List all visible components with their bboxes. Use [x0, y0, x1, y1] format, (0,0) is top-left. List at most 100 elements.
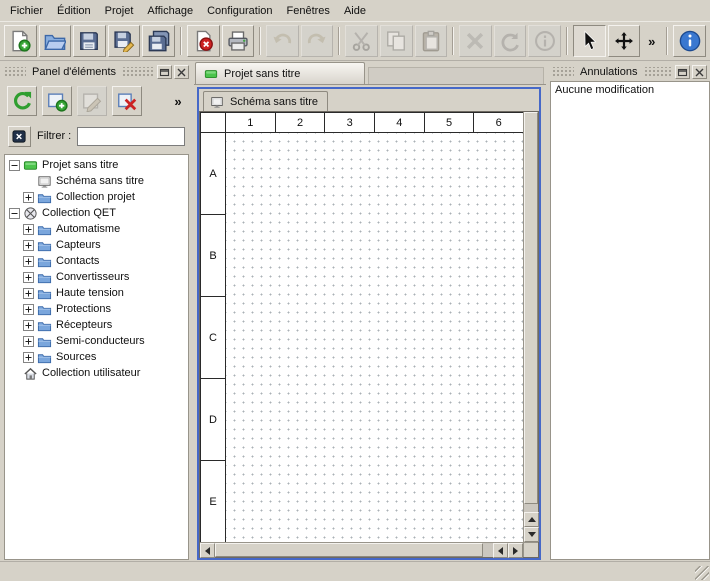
tab-projet-sans-titre[interactable]: Projet sans titre	[195, 62, 365, 84]
expand-toggle[interactable]	[23, 320, 34, 331]
expand-toggle[interactable]	[23, 224, 34, 235]
tree-item-automatisme[interactable]: Automatisme	[5, 221, 188, 237]
tree-item-semi-conducteurs[interactable]: Semi-conducteurs	[5, 333, 188, 349]
elements-overflow-button[interactable]: »	[170, 86, 186, 116]
toolbar-save-as-button[interactable]	[108, 25, 141, 57]
undo-panel-titlebar[interactable]: Annulations	[549, 61, 710, 80]
scrollbar-corner	[523, 542, 538, 557]
schema-canvas[interactable]	[226, 133, 523, 542]
tree-item-icon-wrap	[37, 190, 52, 205]
menu-item-configuration[interactable]: Configuration	[200, 1, 279, 21]
menu-item-affichage[interactable]: Affichage	[140, 1, 200, 21]
elements-delete-element-button[interactable]	[112, 86, 142, 116]
project-icon	[204, 67, 218, 81]
floppy-edit-icon	[113, 30, 135, 52]
scissors-icon	[351, 30, 373, 52]
toolbar-save-button[interactable]	[73, 25, 106, 57]
toolbar-select-mode-button[interactable]	[573, 25, 606, 57]
undo-panel-close-button[interactable]	[692, 65, 707, 79]
clear-filter-button[interactable]	[8, 126, 31, 147]
schema-view: 123456 ABCDE	[199, 111, 539, 558]
tree-item-collection-qet[interactable]: Collection QET	[5, 205, 188, 221]
tree-item-recepteurs[interactable]: Récepteurs	[5, 317, 188, 333]
menu-item-aide[interactable]: Aide	[337, 1, 373, 21]
undo-list[interactable]: Aucune modification	[550, 81, 710, 560]
expand-toggle[interactable]	[23, 304, 34, 315]
expand-toggle[interactable]	[23, 240, 34, 251]
toolbar-new-project-button[interactable]	[4, 25, 37, 57]
collapse-toggle[interactable]	[9, 160, 20, 171]
elements-panel-titlebar[interactable]: Panel d'éléments	[1, 61, 192, 80]
toolbar-separator	[259, 27, 261, 55]
toolbar-save-all-button[interactable]	[142, 25, 175, 57]
toolbar-about-button[interactable]	[673, 25, 706, 57]
scroll-down-button[interactable]	[524, 527, 539, 542]
tree-item-schema-sans-titre[interactable]: Schéma sans titre	[5, 173, 188, 189]
scroll-up-button[interactable]	[524, 512, 539, 527]
toolbar-open-project-button[interactable]	[39, 25, 72, 57]
schema-tab-label: Schéma sans titre	[230, 96, 318, 108]
menu-item-fichier[interactable]: Fichier	[3, 1, 50, 21]
toolbar-close-button[interactable]	[187, 25, 220, 57]
expand-toggle[interactable]	[23, 288, 34, 299]
plus-box-icon	[23, 256, 34, 267]
mdi-area: Schéma sans titre 123456 ABCDE	[194, 85, 546, 561]
vertical-scrollbar-trough[interactable]	[524, 504, 538, 512]
tree-item-contacts[interactable]: Contacts	[5, 253, 188, 269]
elements-new-element-button[interactable]	[42, 86, 72, 116]
vertical-scrollbar-thumb[interactable]	[524, 112, 538, 504]
scroll-left-end-button[interactable]	[493, 543, 508, 558]
tree-item-icon-wrap	[37, 318, 52, 333]
elements-reload-collections-button[interactable]	[7, 86, 37, 116]
resize-grip[interactable]	[695, 566, 709, 580]
move-icon	[613, 30, 635, 52]
horizontal-scrollbar-trough[interactable]	[483, 543, 493, 557]
horizontal-scrollbar-thumb[interactable]	[215, 543, 483, 557]
expand-toggle[interactable]	[23, 192, 34, 203]
element-new-icon	[46, 90, 68, 112]
vertical-scrollbar[interactable]	[523, 112, 538, 542]
expand-toggle[interactable]	[23, 256, 34, 267]
schema-page: 123456 ABCDE	[200, 112, 523, 542]
scroll-left-button[interactable]	[200, 543, 215, 558]
menu-item-projet[interactable]: Projet	[98, 1, 141, 21]
expand-toggle[interactable]	[23, 272, 34, 283]
expand-toggle[interactable]	[23, 336, 34, 347]
elements-panel-close-button[interactable]	[174, 65, 189, 79]
tree-item-collection-utilisateur[interactable]: Collection utilisateur	[5, 365, 188, 381]
expand-toggle[interactable]	[23, 352, 34, 363]
tab-schema-sans-titre[interactable]: Schéma sans titre	[203, 91, 328, 111]
plus-box-icon	[23, 240, 34, 251]
toolbar-print-button[interactable]	[222, 25, 255, 57]
info-circle-icon	[534, 30, 556, 52]
elements-panel-float-button[interactable]	[157, 65, 172, 79]
tree-item-label: Capteurs	[56, 239, 101, 251]
menu-item-fenetres[interactable]: Fenêtres	[280, 1, 337, 21]
project-tabbar: Projet sans titre	[194, 61, 546, 85]
file-new-icon	[9, 30, 31, 52]
tree-item-sources[interactable]: Sources	[5, 349, 188, 365]
left-arrow-icon	[205, 547, 210, 555]
tree-item-label: Collection projet	[56, 191, 135, 203]
ruler-row-label: B	[201, 215, 225, 297]
toolbar-pan-mode-button[interactable]	[608, 25, 641, 57]
tree-item-capteurs[interactable]: Capteurs	[5, 237, 188, 253]
tree-item-protections[interactable]: Protections	[5, 301, 188, 317]
tree-item-icon-wrap	[23, 206, 38, 221]
menu-bar: FichierÉditionProjetAffichageConfigurati…	[0, 0, 710, 21]
toolbar-overflow-button[interactable]: »	[642, 25, 661, 57]
collapse-toggle[interactable]	[9, 208, 20, 219]
scroll-right-button[interactable]	[508, 543, 523, 558]
tree-item-convertisseurs[interactable]: Convertisseurs	[5, 269, 188, 285]
horizontal-scrollbar[interactable]	[200, 542, 523, 557]
filter-input[interactable]	[77, 127, 185, 146]
tree-item-haute-tension[interactable]: Haute tension	[5, 285, 188, 301]
cursor-icon	[578, 30, 600, 52]
tree-item-label: Collection QET	[42, 207, 116, 219]
undo-panel-float-button[interactable]	[675, 65, 690, 79]
toolbar-separator	[452, 27, 454, 55]
folder-icon	[37, 190, 52, 205]
tree-item-collection-projet[interactable]: Collection projet	[5, 189, 188, 205]
menu-item-edition[interactable]: Édition	[50, 1, 98, 21]
tree-item-projet-sans-titre[interactable]: Projet sans titre	[5, 157, 188, 173]
